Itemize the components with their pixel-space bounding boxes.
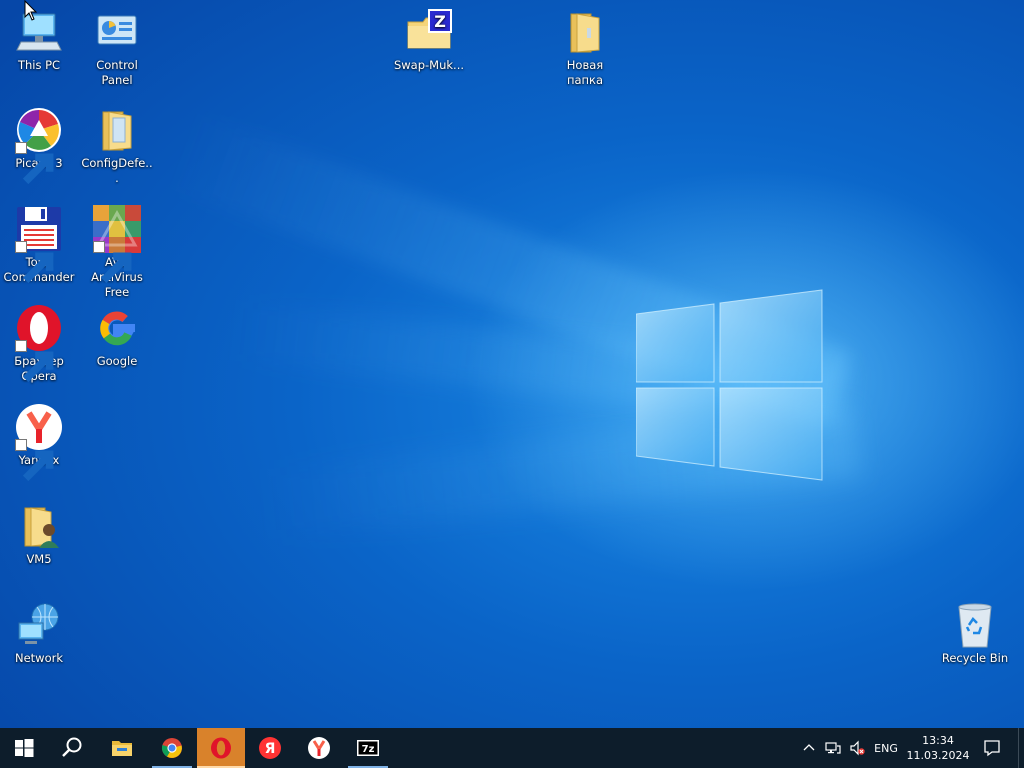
desktop-icon-label: Новая папка [566, 58, 604, 87]
network-status-icon [825, 742, 841, 754]
desktop-icon-label: Google [96, 354, 138, 368]
control-panel-icon [93, 8, 141, 56]
avg-antivirus-icon [93, 205, 141, 284]
volume-tray-button[interactable] [846, 728, 868, 768]
mouse-cursor-icon [24, 0, 38, 21]
svg-text:Я: Я [265, 741, 276, 757]
file-explorer-icon [112, 741, 132, 756]
shortcut-arrow-icon [15, 340, 54, 383]
desktop-icon-avg-antivirus[interactable]: AVG AntiVirus Free [78, 205, 156, 300]
network-icon [15, 601, 63, 649]
yandex-icon [15, 403, 63, 482]
taskbar-yandex[interactable] [295, 728, 343, 768]
clock-time: 13:34 [922, 734, 954, 747]
windows-start-icon [15, 739, 34, 757]
language-text: ENG [874, 741, 898, 755]
desktop-icon-label: ConfigDefe... [81, 156, 153, 185]
user-folder-icon [15, 502, 63, 550]
clock[interactable]: 13:34 11.03.2024 [904, 728, 972, 768]
desktop-icon-label: Control Panel [96, 58, 138, 87]
desktop-icon-google[interactable]: Google [78, 304, 156, 369]
archive-folder-icon: Z [405, 8, 453, 56]
folder-icon [561, 8, 609, 56]
yandex-icon [308, 737, 330, 759]
desktop-icon-opera[interactable]: Браузер Opera [0, 304, 78, 384]
7zip-icon: 7z [357, 740, 379, 756]
language-indicator[interactable]: ENG [870, 728, 902, 768]
desktop-icon-configdefe[interactable]: ConfigDefe... [78, 106, 156, 186]
shortcut-arrow-icon [15, 142, 54, 185]
taskbar-chrome[interactable] [148, 728, 196, 768]
notification-icon [984, 740, 1000, 757]
svg-text:7z: 7z [362, 744, 375, 755]
desktop-icon-label: Network [14, 651, 64, 665]
google-icon [93, 304, 141, 352]
this-pc-icon [15, 8, 63, 56]
desktop[interactable]: This PC Control Panel Z Swap-Muk... Нова… [0, 0, 1024, 728]
desktop-icon-label: Swap-Muk... [393, 58, 465, 72]
search-button[interactable] [48, 728, 96, 768]
desktop-icon-yandex[interactable]: Yandex [0, 403, 78, 482]
svg-text:Z: Z [434, 12, 446, 31]
desktop-icon-control-panel[interactable]: Control Panel [78, 8, 156, 88]
desktop-icon-label: Recycle Bin [941, 651, 1009, 665]
show-desktop-button[interactable] [1018, 728, 1024, 768]
clock-date: 11.03.2024 [906, 749, 970, 762]
windows-logo-wallpaper [636, 289, 823, 481]
taskbar: Я 7z ENG 13:34 11.03.2024 [0, 728, 1024, 768]
opera-icon [211, 737, 231, 759]
action-center-button[interactable] [976, 728, 1008, 768]
desktop-icon-recycle-bin[interactable]: Recycle Bin [936, 601, 1014, 666]
recycle-bin-icon [951, 601, 999, 649]
taskbar-7zip[interactable]: 7z [344, 728, 392, 768]
shortcut-arrow-icon [93, 241, 132, 284]
chevron-up-icon [803, 744, 815, 751]
desktop-icon-label: This PC [17, 58, 61, 72]
desktop-icon-total-commander[interactable]: Total Commander [0, 205, 78, 285]
picasa-icon [15, 106, 63, 185]
desktop-icon-swap-muk[interactable]: Z Swap-Muk... [390, 8, 468, 73]
total-commander-icon [15, 205, 63, 284]
desktop-icon-label: VM5 [26, 552, 52, 566]
yandex-browser-icon: Я [259, 737, 281, 759]
desktop-icon-new-folder[interactable]: Новая папка [546, 8, 624, 88]
volume-muted-icon [850, 740, 865, 756]
desktop-icon-vm5[interactable]: VM5 [0, 502, 78, 567]
network-tray-button[interactable] [822, 728, 844, 768]
taskbar-yandex-browser[interactable]: Я [246, 728, 294, 768]
desktop-icon-this-pc[interactable]: This PC [0, 8, 78, 73]
start-button[interactable] [0, 728, 48, 768]
desktop-icon-network[interactable]: Network [0, 601, 78, 666]
search-icon [62, 737, 82, 757]
chrome-icon [161, 738, 182, 758]
shortcut-arrow-icon [15, 241, 54, 284]
shortcut-arrow-icon [15, 439, 54, 482]
show-hidden-icons-button[interactable] [798, 728, 820, 768]
folder-icon [93, 106, 141, 154]
desktop-icon-picasa[interactable]: Picasa 3 [0, 106, 78, 185]
opera-icon [15, 304, 63, 383]
taskbar-file-explorer[interactable] [98, 728, 146, 768]
taskbar-opera[interactable] [197, 728, 245, 768]
